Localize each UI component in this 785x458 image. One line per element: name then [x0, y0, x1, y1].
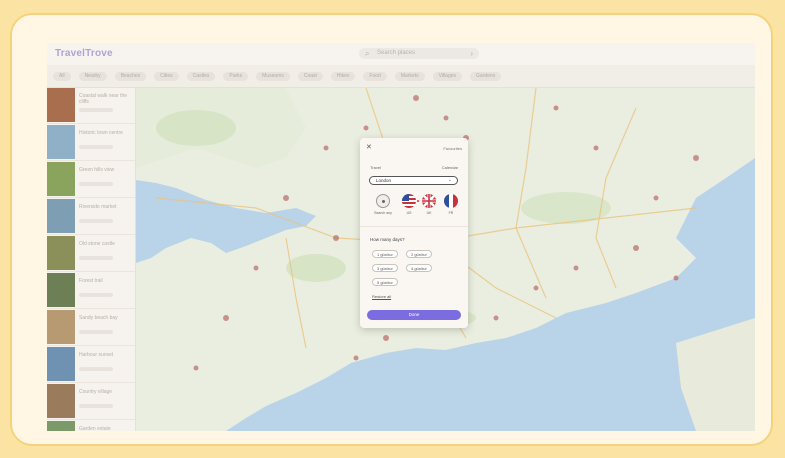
done-button[interactable]: Done: [367, 310, 461, 320]
destination-value: London: [376, 178, 392, 183]
divider: [360, 226, 468, 227]
favourites-link[interactable]: Favourites: [443, 146, 462, 151]
region-options: Search any US UK FR: [370, 194, 462, 218]
globe-option-icon[interactable]: [376, 194, 390, 208]
days-chip[interactable]: 1 gün/tur: [372, 250, 398, 258]
us-flag-icon[interactable]: [402, 194, 416, 208]
trip-settings-dialog: ✕ Favourites Travel Calendar London ⌄ Se…: [360, 138, 468, 328]
days-chip[interactable]: 2 gün/tur: [406, 250, 432, 258]
section-label-left: Travel: [370, 165, 381, 170]
region-option-label: US: [406, 211, 412, 215]
modal-overlay: ✕ Favourites Travel Calendar London ⌄ Se…: [0, 0, 785, 458]
region-option-label: FR: [448, 211, 454, 215]
region-option-label: UK: [426, 211, 432, 215]
restore-all-link[interactable]: Restore all: [372, 294, 391, 299]
close-icon[interactable]: ✕: [366, 144, 372, 151]
chevron-down-icon: ⌄: [447, 177, 452, 183]
uk-flag-icon[interactable]: [422, 194, 436, 208]
region-option-label: Search any: [374, 211, 392, 215]
days-chip[interactable]: 4 gün/tur: [406, 264, 432, 272]
fr-flag-icon[interactable]: [444, 194, 458, 208]
destination-select[interactable]: London ⌄: [369, 176, 458, 185]
days-question: How many days?: [370, 237, 405, 242]
section-label-right[interactable]: Calendar: [442, 165, 458, 170]
days-chip[interactable]: 3 gün/tur: [372, 264, 398, 272]
selected-dot: [417, 200, 419, 202]
days-chip[interactable]: 5 gün/tur: [372, 278, 398, 286]
